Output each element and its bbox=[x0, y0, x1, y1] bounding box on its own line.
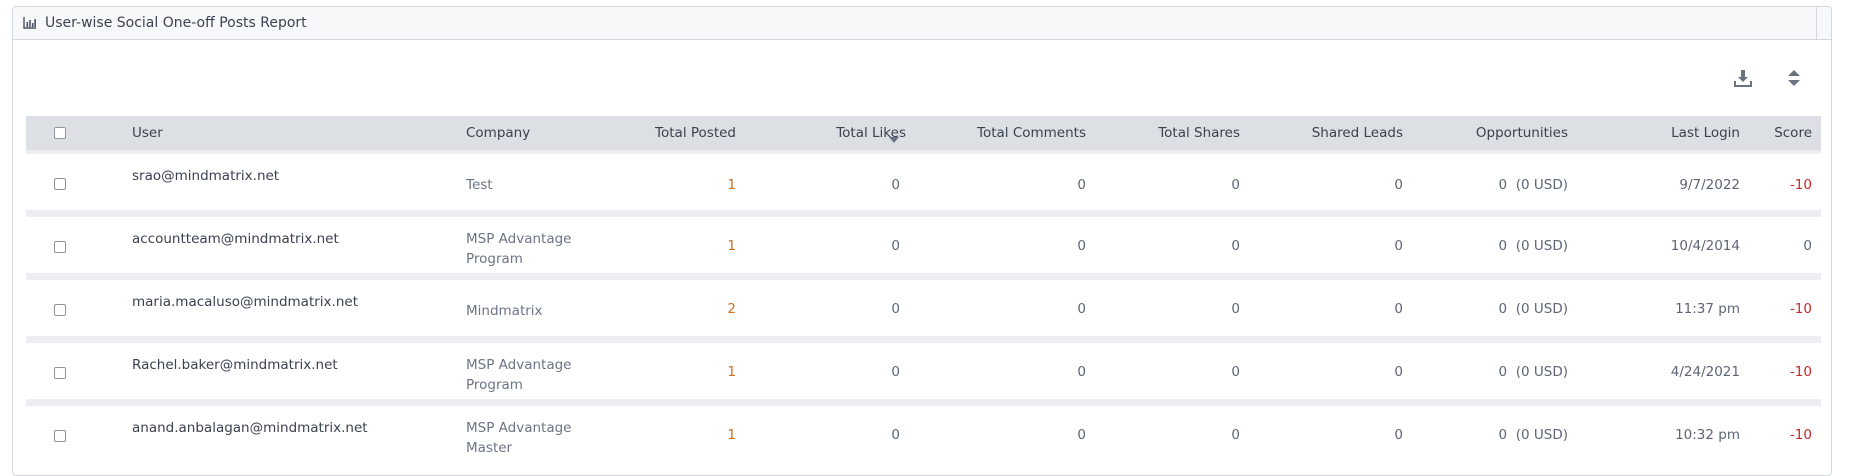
table-header: User Company Total Posted Total Likes To… bbox=[26, 116, 1821, 150]
total-posted-value[interactable]: 1 bbox=[586, 177, 736, 193]
column-header-last-login[interactable]: Last Login bbox=[1606, 116, 1740, 150]
total-shares-value: 0 bbox=[1231, 364, 1240, 380]
sort-expand-icon[interactable] bbox=[1779, 63, 1809, 93]
table-row[interactable]: Rachel.baker@mindmatrix.net MSP Advantag… bbox=[26, 343, 1821, 399]
column-header-total-shares[interactable]: Total Shares bbox=[1106, 116, 1240, 150]
score-value: -10 bbox=[1789, 301, 1812, 317]
total-likes-value: 0 bbox=[891, 364, 900, 380]
score-value: 0 bbox=[1803, 238, 1812, 254]
total-posted-value[interactable]: 1 bbox=[586, 238, 736, 254]
total-comments-value: 0 bbox=[1077, 364, 1086, 380]
row-checkbox[interactable] bbox=[54, 241, 66, 253]
column-header-total-likes[interactable]: Total Likes bbox=[766, 116, 906, 150]
total-posted-value[interactable]: 1 bbox=[586, 364, 736, 380]
company-name: MSP Advantage Master bbox=[466, 420, 572, 456]
company-name: MSP Advantage Program bbox=[466, 231, 572, 267]
company-name: Mindmatrix bbox=[466, 303, 543, 319]
score-value: -10 bbox=[1789, 364, 1812, 380]
total-likes-value: 0 bbox=[891, 177, 900, 193]
row-separator bbox=[26, 399, 1821, 406]
table-row[interactable]: accountteam@mindmatrix.net MSP Advantage… bbox=[26, 217, 1821, 273]
total-posted-value[interactable]: 1 bbox=[586, 427, 736, 443]
last-login-value: 9/7/2022 bbox=[1679, 177, 1740, 193]
table-row[interactable]: srao@mindmatrix.net Test 1 0 0 0 0 0 (0 … bbox=[26, 154, 1821, 210]
last-login-value: 11:37 pm bbox=[1675, 301, 1740, 317]
user-email[interactable]: Rachel.baker@mindmatrix.net bbox=[132, 357, 338, 373]
user-email[interactable]: accountteam@mindmatrix.net bbox=[132, 231, 339, 247]
report-table: User Company Total Posted Total Likes To… bbox=[26, 116, 1821, 462]
total-comments-value: 0 bbox=[1077, 177, 1086, 193]
select-all-checkbox[interactable] bbox=[54, 127, 66, 139]
total-posted-value[interactable]: 2 bbox=[586, 301, 736, 317]
column-header-total-comments[interactable]: Total Comments bbox=[926, 116, 1086, 150]
bar-chart-icon bbox=[23, 17, 37, 29]
row-checkbox[interactable] bbox=[54, 178, 66, 190]
last-login-value: 10:32 pm bbox=[1675, 427, 1740, 443]
row-checkbox[interactable] bbox=[54, 304, 66, 316]
total-likes-value: 0 bbox=[891, 238, 900, 254]
shared-leads-value: 0 bbox=[1394, 301, 1403, 317]
total-shares-value: 0 bbox=[1231, 301, 1240, 317]
row-separator bbox=[26, 273, 1821, 280]
shared-leads-value: 0 bbox=[1394, 427, 1403, 443]
opportunities-value: 0 (0 USD) bbox=[1498, 177, 1568, 193]
opportunities-value: 0 (0 USD) bbox=[1498, 301, 1568, 317]
user-email[interactable]: maria.macaluso@mindmatrix.net bbox=[132, 294, 358, 310]
shared-leads-value: 0 bbox=[1394, 177, 1403, 193]
last-login-value: 10/4/2014 bbox=[1670, 238, 1740, 254]
column-header-shared-leads[interactable]: Shared Leads bbox=[1266, 116, 1403, 150]
shared-leads-value: 0 bbox=[1394, 364, 1403, 380]
score-value: -10 bbox=[1789, 177, 1812, 193]
total-likes-value: 0 bbox=[891, 427, 900, 443]
company-name: MSP Advantage Program bbox=[466, 357, 572, 393]
total-shares-value: 0 bbox=[1231, 427, 1240, 443]
sort-desc-icon[interactable] bbox=[889, 131, 899, 147]
row-separator bbox=[26, 210, 1821, 217]
header-divider bbox=[1816, 7, 1817, 40]
user-email[interactable]: anand.anbalagan@mindmatrix.net bbox=[132, 420, 368, 436]
total-likes-value: 0 bbox=[891, 301, 900, 317]
opportunities-value: 0 (0 USD) bbox=[1498, 427, 1568, 443]
total-comments-value: 0 bbox=[1077, 301, 1086, 317]
column-header-company[interactable]: Company bbox=[466, 116, 530, 150]
total-comments-value: 0 bbox=[1077, 238, 1086, 254]
total-comments-value: 0 bbox=[1077, 427, 1086, 443]
company-name: Test bbox=[466, 177, 493, 193]
row-checkbox[interactable] bbox=[54, 367, 66, 379]
user-email[interactable]: srao@mindmatrix.net bbox=[132, 168, 279, 184]
total-shares-value: 0 bbox=[1231, 177, 1240, 193]
table-row[interactable]: anand.anbalagan@mindmatrix.net MSP Advan… bbox=[26, 406, 1821, 462]
score-value: -10 bbox=[1789, 427, 1812, 443]
shared-leads-value: 0 bbox=[1394, 238, 1403, 254]
last-login-value: 4/24/2021 bbox=[1670, 364, 1740, 380]
column-header-opportunities[interactable]: Opportunities bbox=[1426, 116, 1568, 150]
row-checkbox[interactable] bbox=[54, 430, 66, 442]
row-separator bbox=[26, 336, 1821, 343]
opportunities-value: 0 (0 USD) bbox=[1498, 238, 1568, 254]
column-header-user[interactable]: User bbox=[132, 116, 163, 150]
report-header: User-wise Social One-off Posts Report bbox=[13, 7, 1831, 40]
table-row[interactable]: maria.macaluso@mindmatrix.net Mindmatrix… bbox=[26, 280, 1821, 336]
column-header-score[interactable]: Score bbox=[1756, 116, 1812, 150]
report-title: User-wise Social One-off Posts Report bbox=[45, 15, 307, 31]
total-shares-value: 0 bbox=[1231, 238, 1240, 254]
column-header-total-posted[interactable]: Total Posted bbox=[586, 116, 736, 150]
opportunities-value: 0 (0 USD) bbox=[1498, 364, 1568, 380]
download-icon[interactable] bbox=[1728, 63, 1758, 93]
